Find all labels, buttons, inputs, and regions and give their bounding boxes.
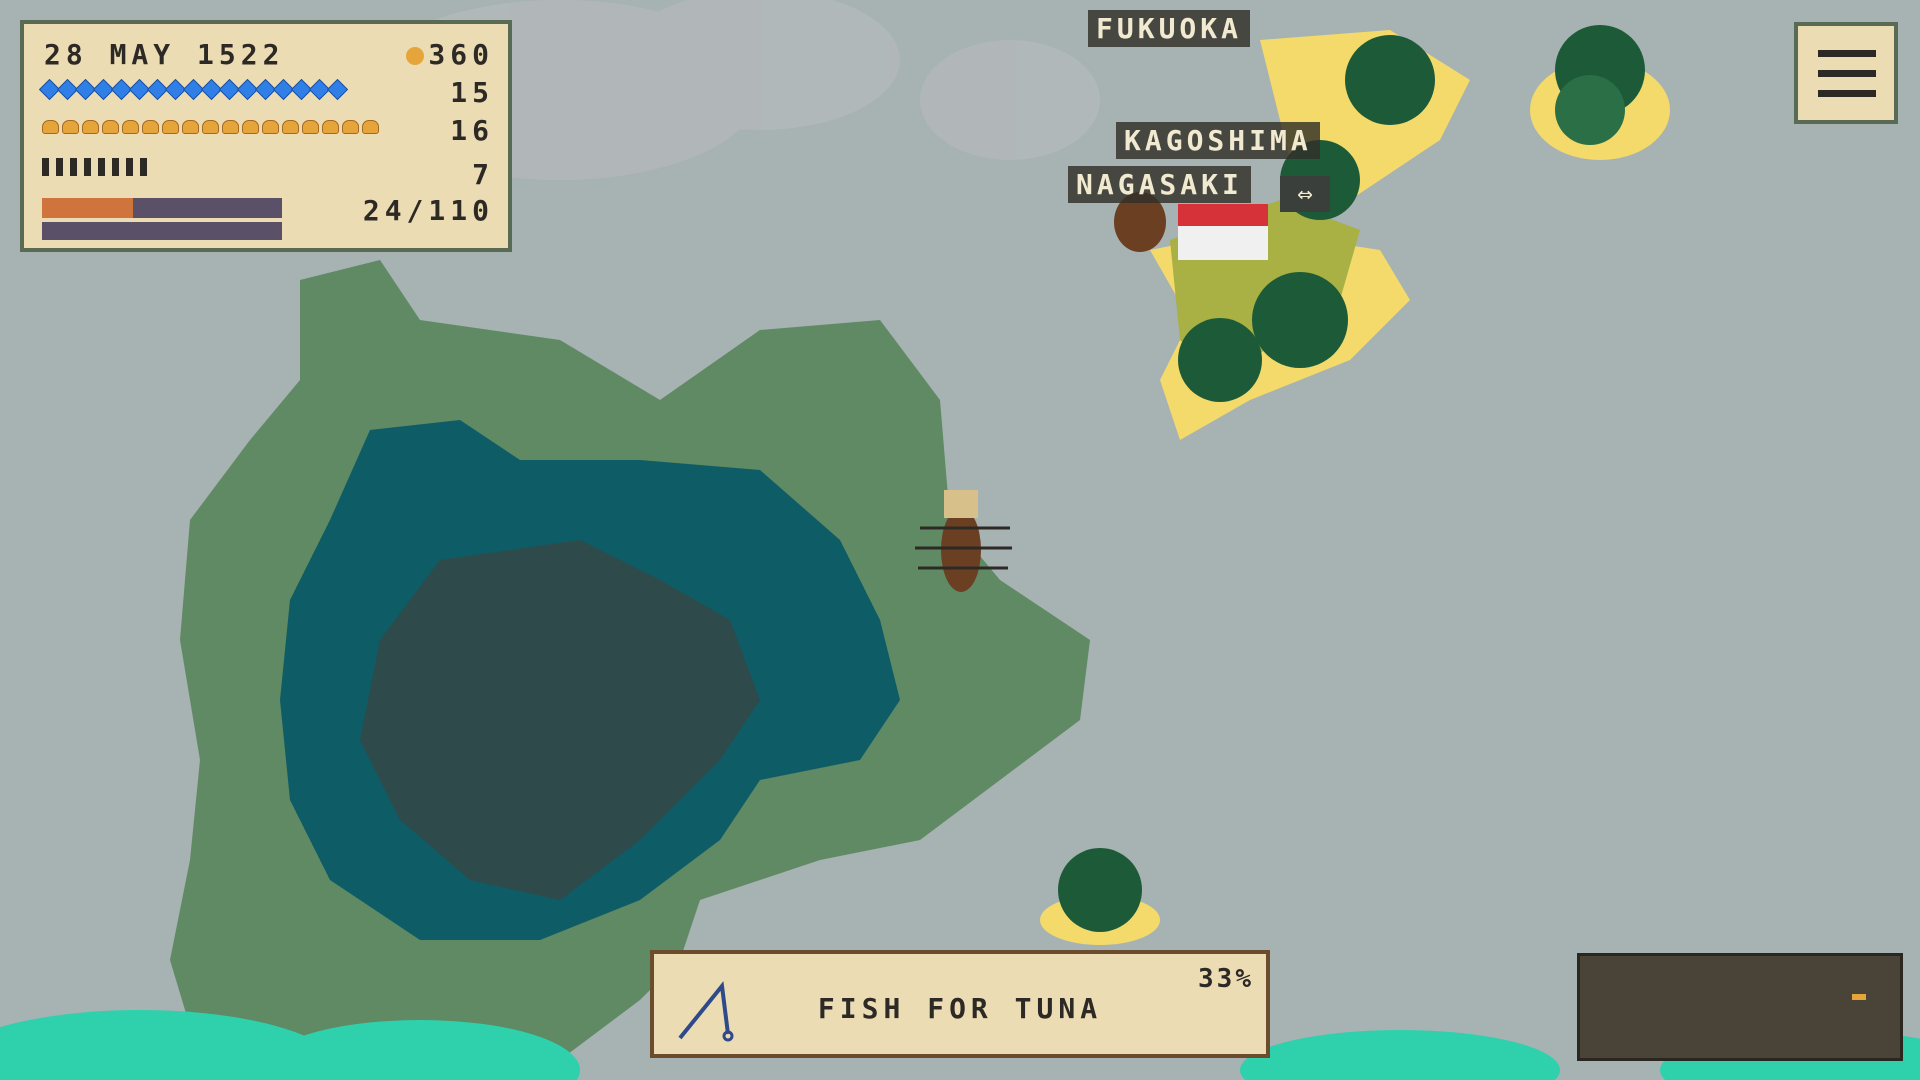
- food-bread-icon: [102, 120, 119, 134]
- water-icons: [38, 78, 349, 101]
- food-bread-icon: [322, 120, 339, 134]
- nagasaki-town[interactable]: [1178, 204, 1268, 260]
- gold-coin-icon: [406, 47, 425, 65]
- secondary-bar: [42, 222, 282, 240]
- crew-member-icon: [126, 158, 133, 176]
- food-value: 16: [450, 114, 494, 147]
- action-label: FISH FOR TUNA: [817, 992, 1103, 1025]
- city-label-kagoshima[interactable]: KAGOSHIMA: [1116, 122, 1320, 159]
- crew-member-icon: [70, 158, 77, 176]
- cargo-value: 24/110: [362, 194, 494, 227]
- gold-value: 360: [406, 38, 494, 71]
- food-bread-icon: [142, 120, 159, 134]
- crew-value: 7: [472, 158, 494, 191]
- food-bread-icon: [82, 120, 99, 134]
- food-bread-icon: [162, 120, 179, 134]
- swap-arrows-icon[interactable]: ⇔: [1280, 176, 1330, 212]
- food-bread-icon: [262, 120, 279, 134]
- food-bread-icon: [62, 120, 79, 134]
- food-icons: [42, 120, 379, 134]
- food-bread-icon: [202, 120, 219, 134]
- food-bread-icon: [122, 120, 139, 134]
- menu-button[interactable]: [1794, 22, 1898, 124]
- food-bread-icon: [182, 120, 199, 134]
- water-drop-icon: [326, 78, 349, 101]
- minimap-ship-marker: [1852, 994, 1866, 1000]
- food-bread-icon: [282, 120, 299, 134]
- action-progress: 33%: [1198, 964, 1254, 994]
- minimap[interactable]: [1577, 953, 1903, 1061]
- date-label: 28 MAY 1522: [44, 38, 285, 71]
- food-bread-icon: [242, 120, 259, 134]
- crew-member-icon: [42, 158, 49, 176]
- crew-member-icon: [56, 158, 63, 176]
- status-panel: 28 MAY 1522 360 15 16 7 24/110: [20, 20, 512, 252]
- food-bread-icon: [342, 120, 359, 134]
- food-bread-icon: [362, 120, 379, 134]
- city-label-fukuoka[interactable]: FUKUOKA: [1088, 10, 1251, 47]
- ship-health-fill: [42, 198, 134, 218]
- water-value: 15: [450, 76, 494, 109]
- crew-member-icon: [112, 158, 119, 176]
- ship-health-bar: [42, 198, 282, 218]
- food-bread-icon: [302, 120, 319, 134]
- food-bread-icon: [42, 120, 59, 134]
- crew-member-icon: [140, 158, 147, 176]
- hamburger-menu-icon: [1818, 50, 1876, 57]
- crew-member-icon: [84, 158, 91, 176]
- city-label-nagasaki[interactable]: NAGASAKI: [1068, 166, 1251, 203]
- food-bread-icon: [222, 120, 239, 134]
- crew-icons: [42, 158, 151, 176]
- crew-member-icon: [98, 158, 105, 176]
- fish-action-button[interactable]: FISH FOR TUNA 33%: [650, 950, 1270, 1058]
